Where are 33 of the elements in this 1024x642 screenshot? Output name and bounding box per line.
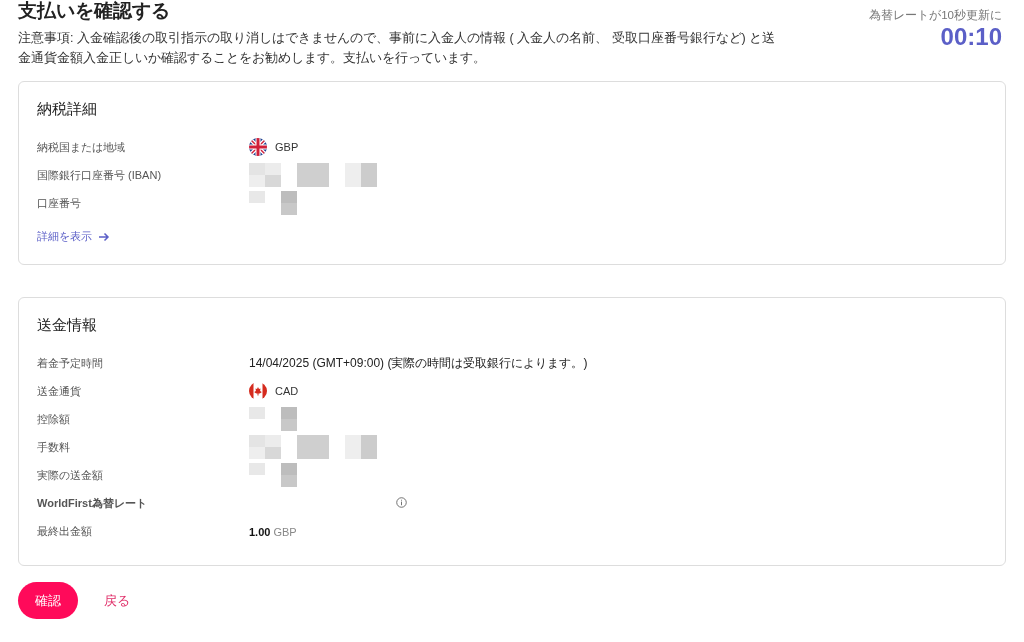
- redacted-mosaic-icon: [249, 191, 297, 215]
- currency-code: GBP: [275, 141, 299, 153]
- countdown-timer: 00:10: [940, 23, 1002, 51]
- row-label: 口座番号: [37, 195, 82, 211]
- arrow-right-icon: [98, 231, 110, 242]
- row-label: 着金予定時間: [37, 355, 104, 371]
- amount-unit: GBP: [273, 526, 297, 538]
- currency-code: CAD: [275, 385, 299, 397]
- redacted-mosaic-icon: [249, 407, 297, 431]
- redacted-mosaic-icon: [249, 435, 377, 459]
- row-label: 控除額: [37, 411, 71, 427]
- card-title: 納税詳細: [37, 100, 98, 119]
- rate-note: 為替レートが10秒更新に: [869, 8, 1002, 23]
- confirm-button[interactable]: 確認: [18, 582, 78, 619]
- row-value: 14/04/2025 (GMT+09:00) (実際の時間は受取銀行によります。): [249, 354, 589, 372]
- redacted-mosaic-icon: [249, 163, 377, 187]
- info-icon[interactable]: [396, 497, 407, 508]
- redacted-mosaic-icon: [249, 463, 297, 487]
- row-label: 最終出金額: [37, 523, 93, 539]
- row-label: WorldFirst為替レート: [37, 495, 148, 511]
- back-button[interactable]: 戻る: [104, 591, 130, 610]
- row-label: 手数料: [37, 439, 71, 455]
- show-details-link[interactable]: 詳細を表示: [37, 229, 110, 244]
- row-label: 国際銀行口座番号 (IBAN): [37, 167, 163, 183]
- canada-flag-icon: [249, 382, 267, 400]
- page-title: 支払いを確認する: [18, 0, 171, 22]
- row-label: 納税国または地域: [37, 139, 126, 155]
- amount-value: 1.00: [249, 526, 271, 538]
- card-title: 送金情報: [37, 316, 98, 335]
- row-label: 送金通貨: [37, 383, 82, 399]
- uk-flag-icon: [249, 138, 267, 156]
- notice-text: 注意事項: 入金確認後の取引指示の取り消しはできませんので、事前に入金人の情報 ( 入金人の名前、 受取口座番号銀行など) と送金通貨金額入金正しいか確認することをお勧めします。支払いを行っています。: [18, 30, 777, 67]
- row-label: 実際の送金額: [37, 467, 104, 483]
